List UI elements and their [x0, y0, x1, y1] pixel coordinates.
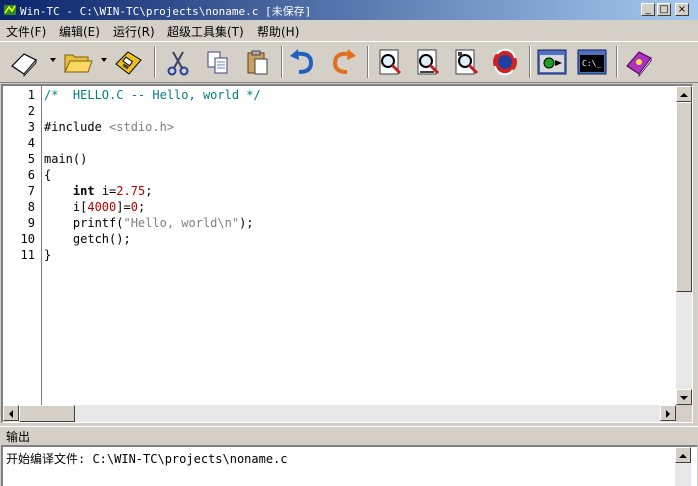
output-panel[interactable]: 开始编译文件: C:\WIN-TC\projects\noname.c	[1, 445, 697, 486]
compile-icon[interactable]	[536, 46, 568, 78]
help-book-icon[interactable]	[623, 46, 655, 78]
line-number: 5	[27, 152, 35, 166]
code-line[interactable]: main()	[44, 152, 87, 166]
maximize-icon: □	[659, 4, 669, 15]
menu-edit[interactable]: 编辑(E)	[59, 23, 100, 40]
replace-icon[interactable]	[450, 46, 482, 78]
code-line[interactable]: printf("Hello, world\n");	[44, 216, 254, 230]
line-number: 2	[27, 104, 35, 118]
refresh-icon[interactable]	[489, 46, 521, 78]
arrow-up-icon	[680, 93, 688, 97]
arrow-right-icon	[666, 410, 670, 418]
menu-file[interactable]: 文件(F)	[6, 23, 46, 40]
menu-help[interactable]: 帮助(H)	[257, 23, 299, 40]
scroll-left-button[interactable]	[3, 405, 19, 421]
menu-tools[interactable]: 超级工具集(T)	[167, 23, 244, 40]
window-title: Win-TC - C:\WIN-TC\projects\noname.c [未保…	[20, 5, 312, 18]
new-dropdown-icon[interactable]	[50, 58, 56, 62]
scroll-thumb[interactable]	[676, 102, 692, 292]
cut-scissors-icon[interactable]	[162, 46, 194, 78]
scroll-down-button[interactable]	[676, 389, 692, 405]
open-dropdown-icon[interactable]	[101, 58, 107, 62]
toolbar-separator	[616, 46, 618, 78]
line-number: 8	[27, 200, 35, 214]
line-number: 3	[27, 120, 35, 134]
arrow-left-icon	[9, 410, 13, 418]
code-line[interactable]: }	[44, 248, 51, 262]
app-icon	[4, 5, 16, 15]
close-button[interactable]: ×	[675, 3, 689, 16]
line-number: 11	[20, 248, 35, 262]
output-splitter[interactable]	[0, 426, 698, 427]
line-number: 1	[27, 88, 35, 102]
scroll-up-button[interactable]	[676, 86, 692, 102]
output-vertical-scrollbar[interactable]	[675, 447, 691, 486]
find-next-icon[interactable]	[412, 46, 444, 78]
copy-icon[interactable]	[202, 46, 234, 78]
maximize-button[interactable]: □	[657, 3, 671, 16]
code-editor[interactable]: 1 2 3 4 5 6 7 8 9 10 11 /* HELLO.C -- He…	[1, 84, 693, 423]
open-folder-icon[interactable]	[62, 46, 94, 78]
paste-icon[interactable]	[242, 46, 274, 78]
title-bar[interactable]: Win-TC - C:\WIN-TC\projects\noname.c [未保…	[0, 0, 698, 20]
code-line[interactable]: {	[44, 168, 51, 182]
code-line[interactable]: getch();	[44, 232, 131, 246]
run-console-icon[interactable]: C:\_	[576, 46, 608, 78]
editor-vertical-scrollbar[interactable]	[676, 86, 692, 405]
code-line[interactable]: i[4000]=0;	[44, 200, 145, 214]
minimize-icon: _	[645, 4, 651, 15]
line-number: 10	[20, 232, 35, 246]
arrow-down-icon	[680, 396, 688, 400]
arrow-up-icon	[679, 454, 687, 458]
line-number: 4	[27, 136, 35, 150]
scroll-thumb[interactable]	[19, 405, 75, 422]
output-label: 输出	[6, 430, 31, 444]
minimize-button[interactable]: _	[641, 3, 655, 16]
redo-icon[interactable]	[327, 46, 359, 78]
line-number-gutter: 1 2 3 4 5 6 7 8 9 10 11	[3, 86, 42, 405]
menu-bar: 文件(F) 编辑(E) 运行(R) 超级工具集(T) 帮助(H)	[0, 20, 698, 41]
code-line[interactable]: int i=2.75;	[44, 184, 153, 198]
undo-icon[interactable]	[287, 46, 319, 78]
scroll-up-button[interactable]	[675, 447, 691, 463]
scroll-right-button[interactable]	[660, 405, 676, 421]
line-number: 6	[27, 168, 35, 182]
menu-run[interactable]: 运行(R)	[113, 23, 155, 40]
toolbar-separator	[154, 46, 156, 78]
toolbar-separator	[529, 46, 531, 78]
find-icon[interactable]	[374, 46, 406, 78]
output-text: 开始编译文件: C:\WIN-TC\projects\noname.c	[6, 452, 288, 466]
svg-text:C:\_: C:\_	[582, 59, 601, 68]
close-icon: ×	[677, 4, 687, 15]
line-number: 9	[27, 216, 35, 230]
save-disk-icon[interactable]	[112, 46, 144, 78]
scrollbar-corner	[676, 405, 692, 422]
code-line[interactable]: #include <stdio.h>	[44, 120, 174, 134]
toolbar: C:\_	[0, 41, 698, 83]
new-file-icon[interactable]	[8, 46, 40, 78]
toolbar-separator	[367, 46, 369, 78]
toolbar-separator	[281, 46, 283, 78]
editor-horizontal-scrollbar[interactable]	[3, 405, 676, 422]
line-number: 7	[27, 184, 35, 198]
code-line[interactable]: /* HELLO.C -- Hello, world */	[44, 88, 261, 102]
